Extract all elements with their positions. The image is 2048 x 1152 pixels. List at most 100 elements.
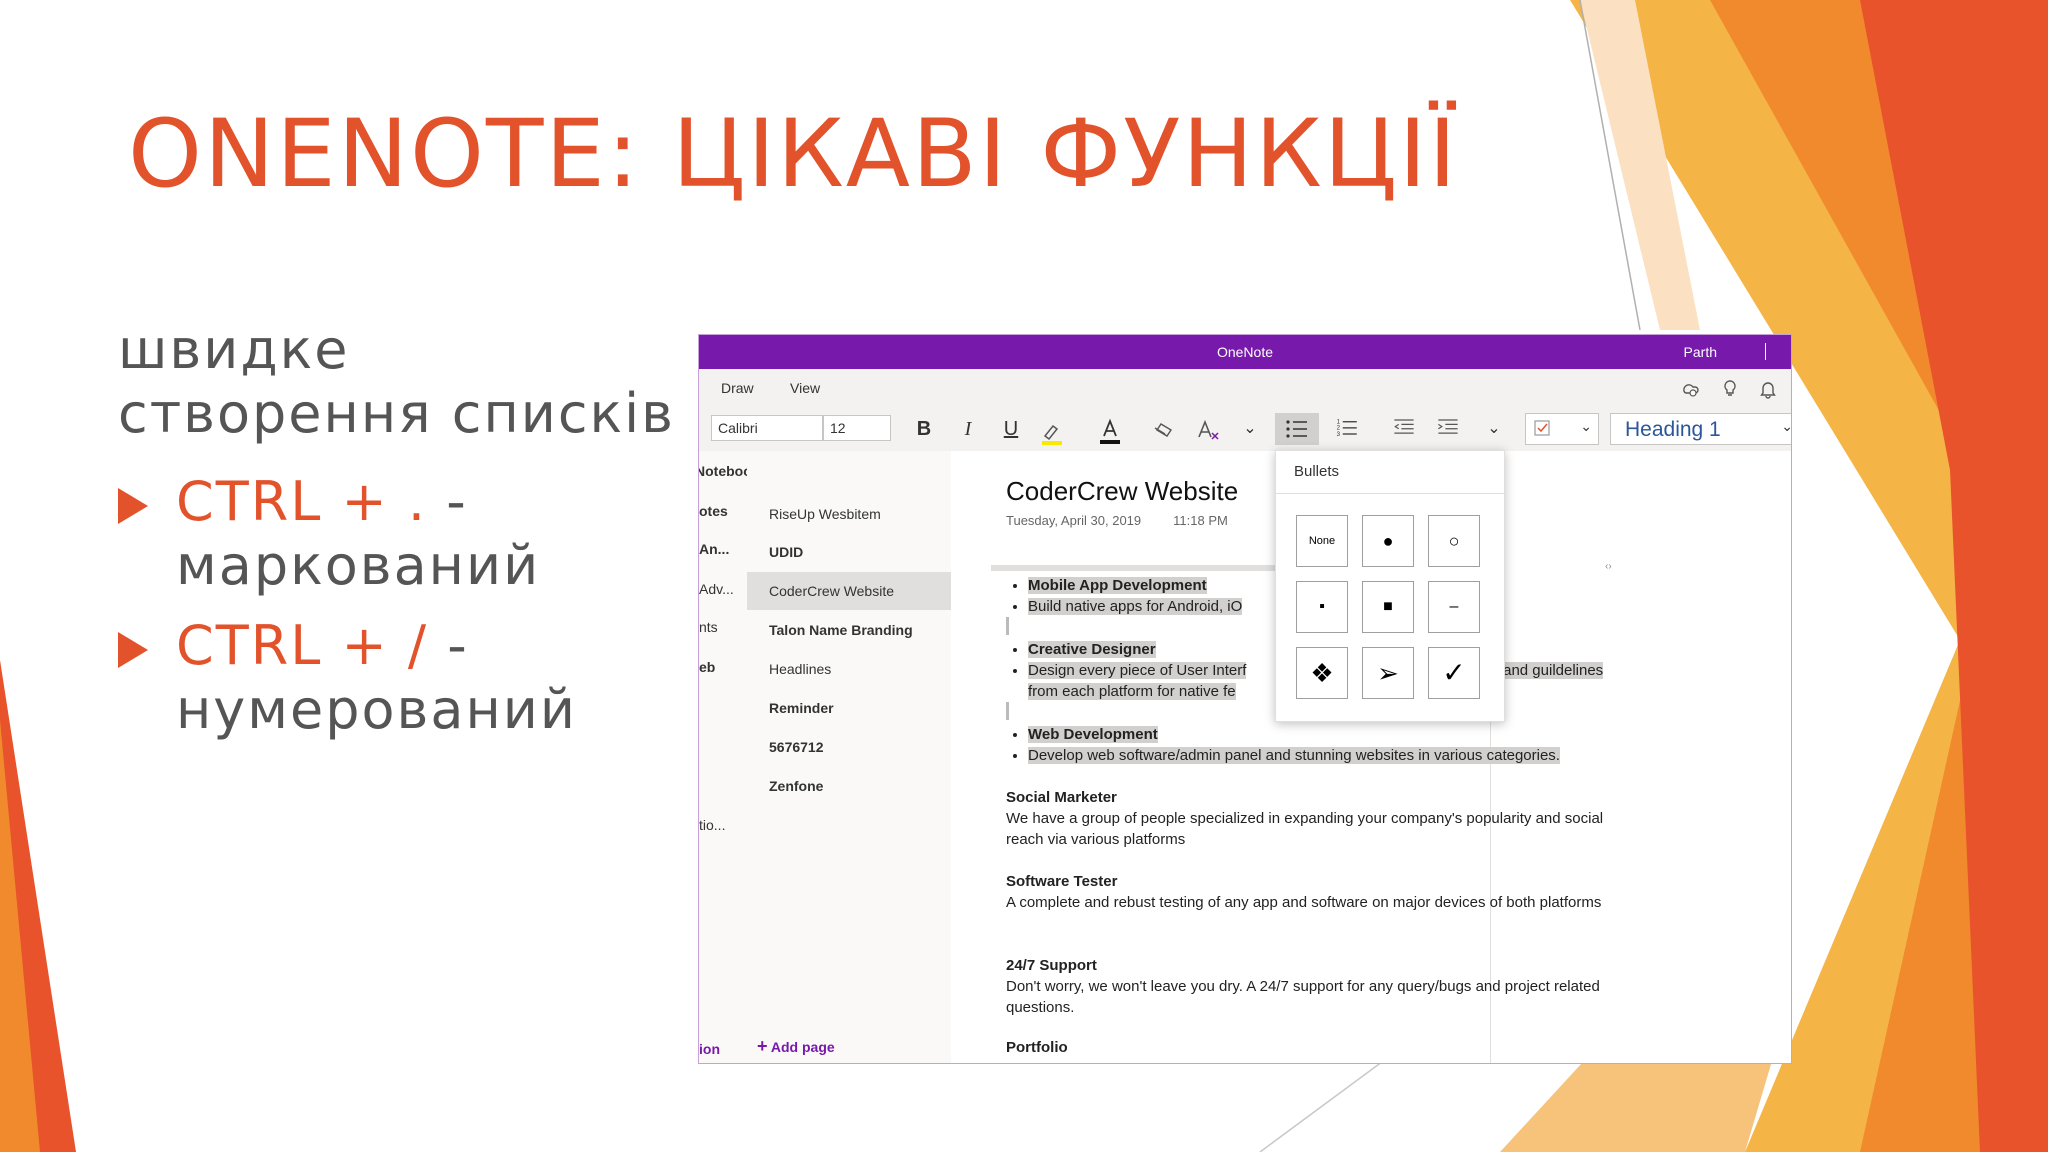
add-section-button[interactable]: ion bbox=[699, 1041, 720, 1057]
triangle-bullet-icon bbox=[118, 632, 148, 668]
bullet-option-hollow-circle[interactable]: ○ bbox=[1428, 515, 1480, 567]
add-page-label: Add page bbox=[770, 1039, 835, 1055]
tag-chevron-icon: ⌄ bbox=[1580, 418, 1592, 434]
page-item[interactable]: Talon Name Branding bbox=[747, 611, 951, 649]
note-text: A complete and rebust testing of any app… bbox=[1006, 894, 1602, 911]
sync-icon[interactable] bbox=[1679, 378, 1701, 400]
note-text: Don't worry, we won't leave you dry. A 2… bbox=[1006, 978, 1600, 1016]
shortcut-key: CTRL + . bbox=[176, 470, 428, 533]
plus-icon: + bbox=[757, 1036, 768, 1056]
onenote-window: OneNote Parth Draw View Calibri 12 B I U… bbox=[698, 334, 1792, 1064]
page-date: Tuesday, April 30, 2019 bbox=[1006, 513, 1142, 528]
todo-checkbox-icon bbox=[1534, 420, 1550, 436]
note-heading: 24/7 Support bbox=[1006, 957, 1097, 974]
bullet-option-square[interactable]: ■ bbox=[1362, 581, 1414, 633]
resize-handle-icon[interactable]: ‹› bbox=[1605, 561, 1612, 572]
note-heading: Portfolio bbox=[1006, 1039, 1068, 1056]
bullet-option-checkmark[interactable]: ✓ bbox=[1428, 647, 1480, 699]
page-time: 11:18 PM bbox=[1173, 513, 1228, 528]
user-name[interactable]: Parth bbox=[1684, 344, 1717, 360]
bell-icon[interactable] bbox=[1757, 378, 1779, 400]
italic-button[interactable]: I bbox=[953, 415, 983, 443]
bullet-option-filled-circle[interactable]: ● bbox=[1362, 515, 1414, 567]
page-item[interactable]: Zenfone bbox=[747, 767, 951, 805]
highlight-icon[interactable] bbox=[1037, 419, 1067, 447]
bullet-option-small-square[interactable]: ▪ bbox=[1296, 581, 1348, 633]
note-heading: Social Marketer bbox=[1006, 789, 1117, 806]
slide-bullet-1: CTRL + . - маркований bbox=[118, 470, 678, 598]
app-title: OneNote bbox=[1216, 344, 1274, 360]
note-text: We have a group of people specialized in… bbox=[1006, 810, 1604, 848]
shortcut-key: CTRL + / bbox=[176, 614, 429, 677]
underline-button[interactable]: U bbox=[996, 415, 1026, 443]
font-name-field[interactable]: Calibri bbox=[711, 415, 823, 441]
section-item[interactable]: tio... bbox=[699, 817, 725, 833]
note-section-social[interactable]: Social Marketer We have a group of peopl… bbox=[1006, 787, 1606, 850]
page-item[interactable]: Headlines bbox=[747, 650, 951, 688]
pages-pane: RiseUp Wesbitem UDID CoderCrew Website T… bbox=[747, 451, 952, 1063]
note-text: Build native apps for Android, iO bbox=[1028, 598, 1243, 615]
note-text: from each platform for native fe bbox=[1028, 683, 1236, 700]
tag-picker[interactable]: ⌄ bbox=[1525, 413, 1599, 445]
slide-bullet-2: CTRL + / - нумерований bbox=[118, 614, 678, 742]
numbered-list-icon[interactable]: 123 bbox=[1333, 413, 1363, 441]
more-format-chevron-icon[interactable]: ⌄ bbox=[1239, 415, 1261, 443]
font-size-field[interactable]: 12 bbox=[823, 415, 891, 441]
paragraph-handle[interactable] bbox=[1006, 702, 1009, 720]
add-page-button[interactable]: + Add page bbox=[757, 1036, 835, 1057]
note-text: s and guildelines bbox=[1491, 662, 1604, 679]
menu-draw[interactable]: Draw bbox=[721, 380, 754, 396]
page-item[interactable]: RiseUp Wesbitem bbox=[747, 495, 951, 533]
bullet-option-none[interactable]: None bbox=[1296, 515, 1348, 567]
format-painter-icon[interactable] bbox=[1149, 419, 1179, 447]
page-title[interactable]: CoderCrew Website bbox=[1006, 476, 1238, 507]
bullets-dropdown: Bullets None ● ○ ▪ ■ – ❖ ➢ ✓ bbox=[1275, 450, 1505, 722]
font-color-icon[interactable] bbox=[1095, 417, 1125, 445]
note-heading: Software Tester bbox=[1006, 873, 1118, 890]
note-text: Design every piece of User Interf bbox=[1028, 662, 1247, 679]
style-picker[interactable]: Heading 1 ⌄ bbox=[1610, 413, 1792, 445]
slide-title: ONENOTE: ЦІКАВІ ФУНКЦІЇ bbox=[128, 100, 1459, 209]
bullets-dropdown-title: Bullets bbox=[1294, 463, 1340, 480]
note-heading: Creative Designer bbox=[1028, 641, 1156, 658]
increase-indent-icon[interactable] bbox=[1433, 413, 1463, 441]
slide-lead-text: швидке створення списків bbox=[118, 318, 675, 445]
menu-bar: Draw View bbox=[699, 369, 1791, 407]
bullet-option-dash[interactable]: – bbox=[1428, 581, 1480, 633]
page-datetime: Tuesday, April 30, 2019 11:18 PM bbox=[1006, 513, 1228, 528]
page-item[interactable]: 5676712 bbox=[747, 728, 951, 766]
more-paragraph-chevron-icon[interactable]: ⌄ bbox=[1483, 415, 1505, 443]
page-item[interactable]: UDID bbox=[747, 533, 951, 571]
bullet-option-arrow[interactable]: ➢ bbox=[1362, 647, 1414, 699]
note-heading: Web Development bbox=[1028, 726, 1158, 743]
svg-text:3: 3 bbox=[1337, 431, 1341, 438]
bullet-option-diamond[interactable]: ❖ bbox=[1296, 647, 1348, 699]
section-item[interactable]: eb bbox=[699, 659, 715, 675]
title-bar: OneNote Parth bbox=[699, 335, 1791, 369]
note-section-tester[interactable]: Software Tester A complete and rebust te… bbox=[1006, 871, 1606, 913]
section-item[interactable]: Adv... bbox=[699, 581, 734, 597]
clear-formatting-icon[interactable] bbox=[1193, 417, 1223, 445]
bold-button[interactable]: B bbox=[909, 415, 939, 443]
paragraph-handle[interactable] bbox=[1006, 617, 1009, 635]
section-item[interactable]: nts bbox=[699, 619, 718, 635]
dropdown-divider bbox=[1276, 493, 1504, 494]
page-item[interactable]: Reminder bbox=[747, 689, 951, 727]
menu-view[interactable]: View bbox=[790, 380, 820, 396]
note-block-3[interactable]: Web Development Develop web software/adm… bbox=[1006, 724, 1766, 766]
sections-pane: Notebook ⌄ otes An... Adv... nts eb tio.… bbox=[699, 451, 775, 1063]
lightbulb-icon[interactable] bbox=[1719, 378, 1741, 400]
note-heading: Mobile App Development bbox=[1028, 577, 1207, 594]
section-item[interactable]: An... bbox=[699, 541, 729, 557]
note-text: Develop web software/admin panel and stu… bbox=[1028, 747, 1560, 764]
decrease-indent-icon[interactable] bbox=[1389, 413, 1419, 441]
page-item-active[interactable]: CoderCrew Website bbox=[747, 572, 951, 610]
section-item[interactable]: otes bbox=[699, 503, 728, 519]
title-separator bbox=[1765, 343, 1766, 360]
note-section-support[interactable]: 24/7 Support Don't worry, we won't leave… bbox=[1006, 955, 1606, 1018]
bullet-list-icon[interactable] bbox=[1275, 413, 1319, 445]
formatting-toolbar: Calibri 12 B I U ⌄ 123 ⌄ ⌄ Heading 1 ⌄ bbox=[699, 407, 1791, 452]
style-name: Heading 1 bbox=[1625, 418, 1721, 441]
note-section-portfolio[interactable]: Portfolio bbox=[1006, 1037, 1606, 1058]
style-chevron-icon: ⌄ bbox=[1781, 418, 1792, 434]
